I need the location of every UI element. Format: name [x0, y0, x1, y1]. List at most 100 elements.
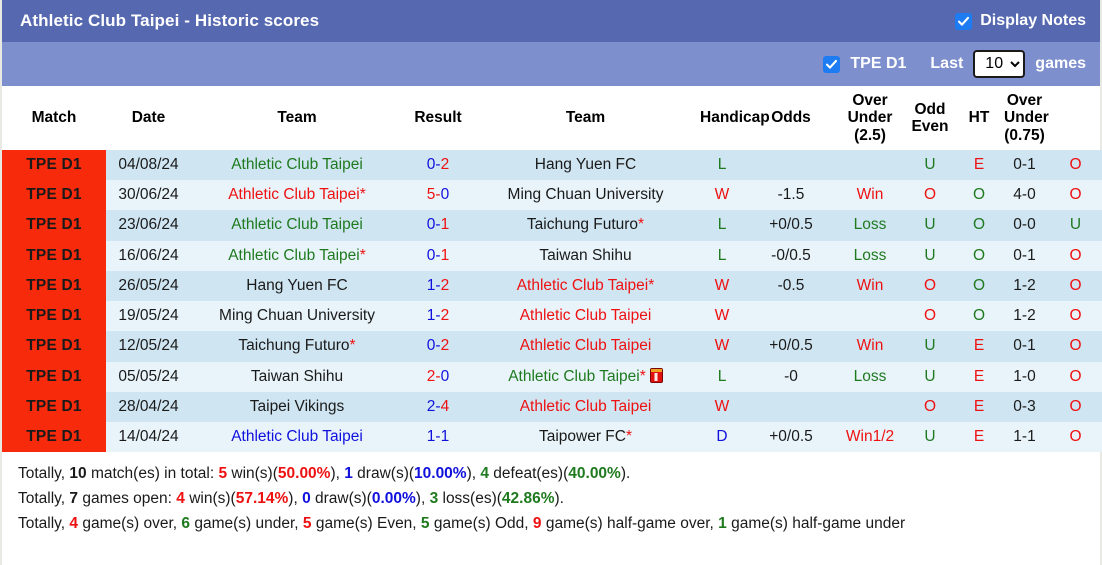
- cell-handicap: -0/0.5: [746, 240, 836, 271]
- score-away: 2: [440, 276, 450, 294]
- cell-date: 30/06/24: [106, 180, 191, 211]
- table-row[interactable]: TPE D1 23/06/24 Athletic Club Taipei 0-1 Tai…: [2, 210, 1102, 241]
- sum1-total-matches: 10: [69, 465, 87, 483]
- table-row[interactable]: TPE D1 28/04/24 Taipei Vikings 2-4 Athletic …: [2, 391, 1102, 422]
- cell-home-team[interactable]: Taiwan Shihu: [191, 361, 403, 392]
- score-away: 4: [440, 397, 450, 415]
- cell-home-team[interactable]: Taipei Vikings: [191, 391, 403, 422]
- cell-home-team[interactable]: Hang Yuen FC: [191, 270, 403, 302]
- ou25-line3: (2.5): [854, 126, 886, 144]
- cell-home-team[interactable]: Taichung Futuro*: [191, 331, 403, 362]
- odds-result: Win1/2: [845, 427, 895, 445]
- cell-odd-even: E: [956, 361, 1002, 392]
- table-row[interactable]: TPE D1 26/05/24 Hang Yuen FC 1-2 Athletic Cl…: [2, 270, 1102, 302]
- cell-date: 28/04/24: [106, 391, 191, 422]
- cell-league: TPE D1: [2, 150, 106, 181]
- sum2-text-5: draw(s)(: [310, 490, 372, 508]
- cell-away-team[interactable]: Athletic Club Taipei*: [473, 361, 698, 392]
- table-row[interactable]: TPE D1 12/05/24 Taichung Futuro* 0-2 Athleti…: [2, 331, 1102, 362]
- cell-home-team[interactable]: Athletic Club Taipei*: [191, 180, 403, 211]
- cell-away-team[interactable]: Athletic Club Taipei: [473, 331, 698, 362]
- ou25-line2: Under: [847, 109, 893, 127]
- cell-home-team[interactable]: Athletic Club Taipei: [191, 210, 403, 241]
- league-filter-checkbox[interactable]: [823, 55, 841, 73]
- away-team-name: Athletic Club Taipei: [508, 367, 640, 385]
- cell-odd-even: E: [956, 150, 1002, 181]
- cell-result: W: [698, 270, 746, 302]
- cell-home-team[interactable]: Athletic Club Taipei: [191, 421, 403, 453]
- odds-result: Loss: [853, 367, 887, 385]
- away-team-name: Athletic Club Taipei: [516, 276, 649, 294]
- cell-half-time: 4-0: [1002, 180, 1047, 211]
- cell-half-time: 1-1: [1002, 421, 1047, 453]
- cell-odds: Win1/2: [836, 421, 904, 453]
- cell-home-team[interactable]: Ming Chuan University: [191, 301, 403, 332]
- col-header-home-team[interactable]: Team: [191, 86, 403, 151]
- sum1-defeat-pct: 40.00%: [568, 465, 621, 483]
- cell-over-under-075: O: [1047, 421, 1102, 453]
- cell-odd-even: O: [956, 240, 1002, 271]
- col-header-date[interactable]: Date: [106, 86, 191, 151]
- cell-odds: [836, 301, 904, 332]
- col-header-result[interactable]: Result: [403, 86, 473, 151]
- filter-bar: TPE D1 Last 510152030 games: [2, 42, 1100, 86]
- cell-away-team[interactable]: Taichung Futuro*: [473, 210, 698, 241]
- col-header-over-under-25[interactable]: Over Under (2.5): [836, 86, 904, 151]
- cell-result: L: [698, 210, 746, 241]
- col-header-handicap[interactable]: Handicap: [698, 86, 770, 151]
- games-count-select[interactable]: 510152030: [973, 50, 1026, 78]
- cell-away-team[interactable]: Hang Yuen FC: [473, 150, 698, 181]
- table-row[interactable]: TPE D1 19/05/24 Ming Chuan University 1-2 At…: [2, 301, 1102, 332]
- cell-over-under-25: O: [904, 180, 956, 211]
- cell-away-team[interactable]: Athletic Club Taipei*: [473, 270, 698, 302]
- score-away: 2: [440, 156, 450, 174]
- cell-away-team[interactable]: Athletic Club Taipei: [473, 301, 698, 332]
- home-team-name: Athletic Club Taipei: [228, 186, 360, 204]
- col-header-over-under-075[interactable]: Over Under (0.75): [1002, 86, 1049, 151]
- table-row[interactable]: TPE D1 16/06/24 Athletic Club Taipei* 0-1 Ta…: [2, 240, 1102, 271]
- over-under-075-value: O: [1069, 307, 1082, 325]
- table-header-row: Match Date Team Result Team Handicap Odd…: [2, 86, 1102, 151]
- cell-score: 2-0: [403, 361, 473, 392]
- col-header-match[interactable]: Match: [2, 86, 106, 151]
- display-notes-control[interactable]: Display Notes: [955, 12, 1086, 30]
- result-letter: W: [714, 186, 730, 204]
- sum1-draw-pct: 10.00%: [414, 465, 467, 483]
- cell-date: 12/05/24: [106, 331, 191, 362]
- cell-away-team[interactable]: Taiwan Shihu: [473, 240, 698, 271]
- over-under-075-value: O: [1069, 276, 1082, 294]
- away-team-name: Taiwan Shihu: [539, 246, 632, 264]
- table-row[interactable]: TPE D1 14/04/24 Athletic Club Taipei 1-1 Tai…: [2, 421, 1102, 453]
- cell-home-team[interactable]: Athletic Club Taipei*: [191, 240, 403, 271]
- odd-even-value: O: [972, 216, 986, 234]
- home-team-name: Athletic Club Taipei: [231, 216, 363, 234]
- table-row[interactable]: TPE D1 04/08/24 Athletic Club Taipei 0-2 Han…: [2, 150, 1102, 181]
- col-header-odd-even[interactable]: Odd Even: [904, 86, 956, 151]
- cell-handicap: +0/0.5: [746, 331, 836, 362]
- cell-home-team[interactable]: Athletic Club Taipei: [191, 150, 403, 181]
- away-team-name: Taipower FC: [538, 427, 626, 445]
- cell-away-team[interactable]: Ming Chuan University: [473, 180, 698, 211]
- display-notes-checkbox[interactable]: [955, 12, 973, 30]
- cell-score: 0-1: [403, 210, 473, 241]
- sum2-open-games: 7: [69, 490, 79, 508]
- odd-even-value: E: [973, 337, 985, 355]
- sum2-draws: 0: [302, 490, 311, 508]
- cell-away-team[interactable]: Taipower FC*: [473, 421, 698, 453]
- result-letter: L: [717, 367, 727, 385]
- table-row[interactable]: TPE D1 30/06/24 Athletic Club Taipei* 5-0 Mi…: [2, 180, 1102, 211]
- table-row[interactable]: TPE D1 05/05/24 Taiwan Shihu 2-0 Athletic Cl…: [2, 361, 1102, 392]
- summary-footer: Totally, 10 match(es) in total: 5 win(s)…: [2, 452, 1100, 544]
- cell-over-under-25: U: [904, 361, 956, 392]
- cell-over-under-075: O: [1047, 150, 1102, 181]
- col-header-away-team[interactable]: Team: [473, 86, 698, 151]
- score-away: 0: [440, 186, 450, 204]
- cell-half-time: 1-2: [1002, 270, 1047, 302]
- cell-away-team[interactable]: Athletic Club Taipei: [473, 391, 698, 422]
- cell-odds: [836, 150, 904, 181]
- home-team-name: Taipei Vikings: [249, 397, 345, 415]
- cell-odd-even: O: [956, 270, 1002, 302]
- away-team-star: *: [639, 367, 646, 385]
- cell-half-time: 0-1: [1002, 240, 1047, 271]
- col-header-ht[interactable]: HT: [956, 86, 1002, 151]
